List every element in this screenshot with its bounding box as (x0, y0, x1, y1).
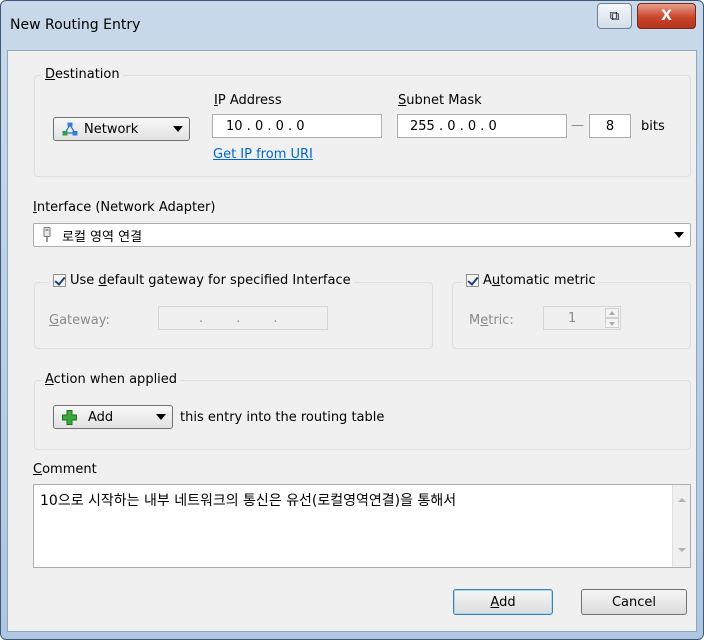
interface-select[interactable]: 로컬 영역 연결 (33, 223, 691, 247)
add-plus-icon (62, 410, 77, 429)
default-gateway-checkbox-label: Use default gateway for specified Interf… (70, 273, 351, 288)
mask-dash: — (571, 118, 584, 133)
restore-button[interactable]: ⧉ (597, 3, 632, 29)
network-adapter-icon (42, 227, 52, 247)
destination-legend: Destination (42, 67, 123, 82)
subnet-mask-input[interactable]: 255 . 0 . 0 . 0 (397, 114, 567, 138)
interface-label: Interface (Network Adapter) (33, 200, 216, 215)
ip-address-input[interactable]: 10 . 0 . 0 . 0 (212, 114, 382, 138)
bits-label: bits (641, 119, 665, 134)
destination-type-select[interactable]: Network (53, 117, 190, 141)
default-gateway-checkbox-row[interactable]: Use default gateway for specified Interf… (50, 273, 354, 288)
scroll-down-icon[interactable] (678, 548, 686, 552)
destination-type-value: Network (84, 121, 139, 137)
subnet-mask-label: Subnet Mask (398, 93, 482, 108)
spin-up-icon[interactable] (605, 308, 619, 318)
cancel-button[interactable]: Cancel (581, 589, 687, 615)
automatic-metric-checkbox-row[interactable]: Automatic metric (463, 273, 599, 288)
gateway-input[interactable]: . . . (158, 306, 328, 330)
metric-stepper[interactable]: 1 (543, 306, 621, 330)
metric-label: Metric: (469, 313, 514, 328)
spin-down-icon[interactable] (605, 318, 619, 328)
ip-address-label: IP Address (214, 93, 282, 108)
window-title: New Routing Entry (10, 17, 141, 33)
chevron-down-icon (674, 232, 684, 238)
add-button[interactable]: Add (453, 589, 553, 615)
automatic-metric-checkbox-label: Automatic metric (483, 273, 596, 288)
default-gateway-checkbox[interactable] (53, 274, 66, 287)
interface-value: 로컬 영역 연결 (62, 229, 143, 245)
scroll-up-icon[interactable] (678, 498, 686, 502)
action-value: Add (88, 409, 114, 425)
close-button[interactable]: X (637, 3, 696, 29)
gateway-label: Gateway: (49, 313, 110, 328)
close-icon: X (661, 8, 672, 24)
chevron-down-icon (156, 414, 166, 420)
restore-icon: ⧉ (609, 8, 620, 24)
action-select[interactable]: Add (53, 405, 173, 429)
mask-bits-input[interactable]: 8 (589, 114, 631, 138)
chevron-down-icon (173, 126, 183, 132)
action-legend: Action when applied (42, 372, 181, 387)
get-ip-from-uri-link[interactable]: Get IP from URI (213, 147, 313, 162)
comment-textarea[interactable]: 10으로 시작하는 내부 네트워크의 통신은 유선(로컬영역연결)을 통해서 (33, 484, 691, 568)
comment-scrollbar[interactable] (672, 485, 690, 567)
network-icon (62, 122, 78, 136)
action-suffix-text: this entry into the routing table (180, 410, 385, 425)
automatic-metric-checkbox[interactable] (466, 274, 479, 287)
comment-label: Comment (33, 462, 97, 477)
